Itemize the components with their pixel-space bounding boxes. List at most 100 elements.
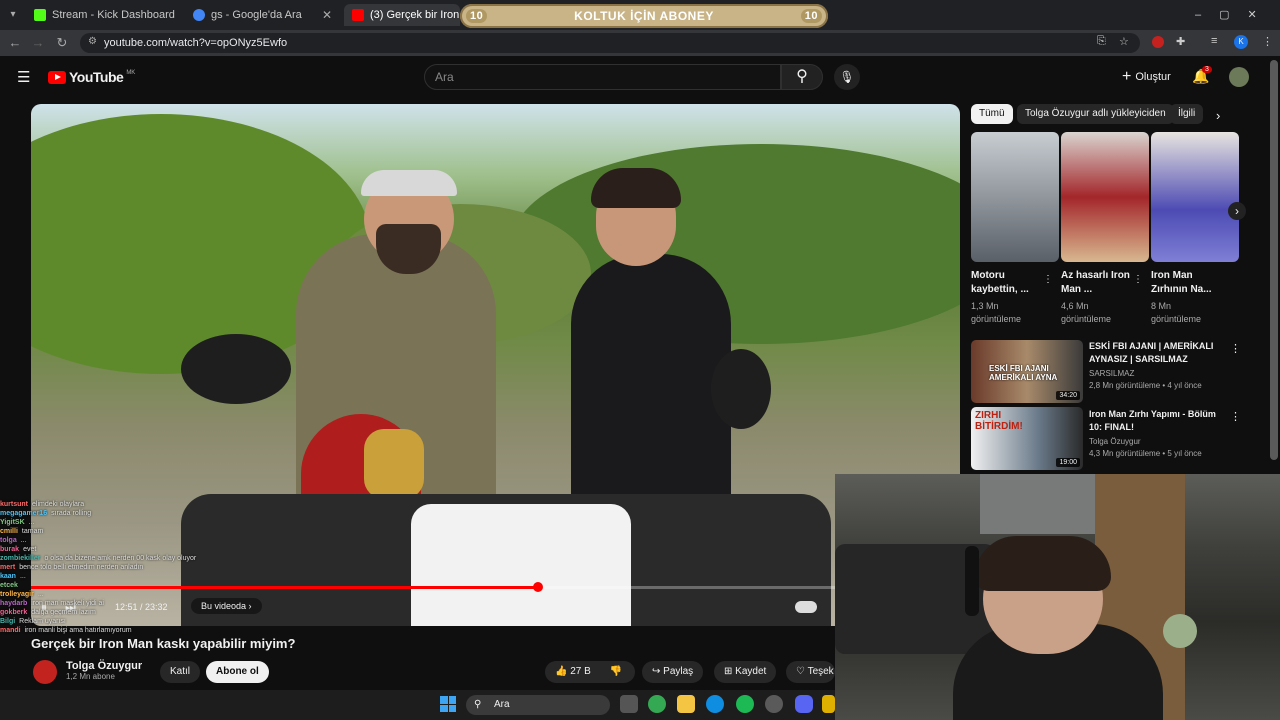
chat-message: YigitSK... xyxy=(0,518,300,527)
site-info-icon[interactable]: ⚙ xyxy=(88,36,97,47)
browser-tab-google[interactable]: gs - Google'da Ara ✕ xyxy=(185,4,340,26)
short-info-3[interactable]: Iron Man Zırhının Na... 8 Mn görüntüleme xyxy=(1151,269,1223,326)
webcam-kitchen xyxy=(980,474,1110,534)
related-title: Iron Man Zırhı Yapımı - Bölüm 10: FINAL! xyxy=(1089,409,1216,432)
forward-icon[interactable]: → xyxy=(28,33,48,53)
hamburger-menu-icon[interactable]: ☰ xyxy=(17,68,30,86)
create-button[interactable]: + Oluştur xyxy=(1122,68,1171,86)
app-icon[interactable] xyxy=(822,695,835,713)
taskbar-search[interactable]: ⚲ Ara xyxy=(466,695,610,715)
related-thumbnail-1[interactable]: ESKİ FBI AJANI AMERİKALI AYNA 34:20 xyxy=(971,340,1083,403)
chat-message: cmilli tamam xyxy=(0,527,300,536)
windows-start-icon[interactable] xyxy=(440,696,456,712)
shorts-next-icon[interactable]: › xyxy=(1228,202,1246,220)
related-thumbnail-2[interactable]: ZIRHI BİTİRDİM! 19:00 xyxy=(971,407,1083,470)
chip-all[interactable]: Tümü xyxy=(971,104,1013,124)
chat-username: trolleyagir xyxy=(0,591,34,598)
back-icon[interactable]: ← xyxy=(5,33,25,53)
edge-icon[interactable] xyxy=(706,695,724,713)
short-menu-icon[interactable]: ⋮ xyxy=(1133,274,1143,285)
profile-avatar[interactable]: K xyxy=(1234,35,1248,49)
voice-search-icon[interactable]: 🎙 xyxy=(834,64,860,90)
youtube-play-icon xyxy=(48,70,66,84)
subscribe-button[interactable]: Abone ol xyxy=(206,661,269,683)
search-button[interactable]: ⚲ xyxy=(781,64,823,90)
chat-text: bence tolo belli etmedim nerden anladın xyxy=(19,564,144,571)
browser-tab-kick[interactable]: Stream - Kick Dashboard ✕ xyxy=(26,4,181,26)
duration-badge: 19:00 xyxy=(1056,458,1080,467)
webcam-overlay xyxy=(835,474,1280,720)
account-avatar[interactable] xyxy=(1229,67,1249,87)
menu-dots-icon[interactable]: ⋮ xyxy=(1262,35,1273,48)
chip-uploader[interactable]: Tolga Özuygur adlı yükleyiciden xyxy=(1017,104,1174,124)
youtube-logo[interactable]: YouTube MK xyxy=(48,69,135,85)
task-view-icon[interactable] xyxy=(620,695,638,713)
install-icon[interactable]: ⎘ xyxy=(1097,35,1106,48)
related-title: ESKİ FBI AJANI | AMERİKALI AYNASIZ | SAR… xyxy=(1089,341,1214,364)
video-cap xyxy=(361,170,457,196)
short-info-1[interactable]: Motoru kaybettin, ... 1,3 Mn görüntüleme xyxy=(971,269,1043,326)
thumbnail-text: ZIRHI BİTİRDİM! xyxy=(975,410,1023,432)
chat-username: kurtsunt xyxy=(0,501,28,508)
chat-username: etcek xyxy=(0,582,18,589)
url-field[interactable]: ⚙ youtube.com/watch?v=opONyz5Ewfo xyxy=(80,33,1140,53)
close-tab-icon[interactable]: ✕ xyxy=(322,8,332,22)
tab-search-icon[interactable]: ▾ xyxy=(4,6,22,24)
short-menu-icon[interactable]: ⋮ xyxy=(1043,274,1053,285)
media-icon[interactable]: ≡ xyxy=(1211,35,1217,47)
spotify-icon[interactable] xyxy=(736,695,754,713)
short-thumbnail-2[interactable] xyxy=(1061,132,1149,262)
short-title: Az hasarlı Iron Man ... xyxy=(1061,270,1130,295)
thumbnail-text: ESKİ FBI AJANI AMERİKALI AYNA xyxy=(989,364,1058,382)
chip-related[interactable]: İlgili xyxy=(1170,104,1204,124)
chat-text: o olsa da bizene amk nerden 00 kask olay… xyxy=(44,555,197,562)
window-controls[interactable]: –▢✕ xyxy=(1195,8,1275,21)
short-info-2[interactable]: Az hasarlı Iron Man ... 4,6 Mn görüntüle… xyxy=(1061,269,1133,326)
chat-text: evet xyxy=(23,546,37,553)
google-icon xyxy=(193,9,205,21)
short-thumbnail-3[interactable] xyxy=(1151,132,1239,262)
tab-title: Stream - Kick Dashboard xyxy=(52,9,175,21)
like-dislike-group[interactable]: 👍 27 B 👎 xyxy=(545,661,635,683)
kick-icon xyxy=(34,9,46,21)
bookmark-star-icon[interactable]: ☆ xyxy=(1119,35,1129,48)
page-scrollbar[interactable] xyxy=(1270,60,1278,460)
related-info-1[interactable]: ESKİ FBI AJANI | AMERİKALI AYNASIZ | SAR… xyxy=(1089,340,1219,392)
webcam-yoda-figure xyxy=(1163,614,1197,648)
video-mirror-right xyxy=(711,349,771,429)
thanks-button[interactable]: ♡ Teşek xyxy=(786,661,835,683)
related-info-2[interactable]: Iron Man Zırhı Yapımı - Bölüm 10: FINAL!… xyxy=(1089,408,1219,460)
related-menu-icon[interactable]: ⋮ xyxy=(1230,342,1241,355)
like-icon[interactable]: 👍 xyxy=(555,666,567,677)
join-button[interactable]: Katıl xyxy=(160,661,201,683)
chat-message: megagamer16 sırada rolling xyxy=(0,509,300,518)
related-channel: SARSILMAZ xyxy=(1089,369,1135,378)
steam-icon[interactable] xyxy=(765,695,783,713)
chat-username: megagamer16 xyxy=(0,510,48,517)
autoplay-toggle[interactable] xyxy=(795,601,817,613)
chat-username: burak xyxy=(0,546,20,553)
video-atv-white-panel xyxy=(411,504,631,626)
chat-username: gokberk xyxy=(0,609,28,616)
extension-icon[interactable] xyxy=(1152,36,1164,48)
youtube-wordmark: YouTube xyxy=(69,69,124,85)
chat-message: mert bence tolo belli etmedim nerden anla… xyxy=(0,563,300,572)
channel-avatar[interactable] xyxy=(33,660,57,684)
file-explorer-icon[interactable] xyxy=(677,695,695,713)
channel-info[interactable]: Tolga Özuygur 1,2 Mn abone xyxy=(66,660,142,681)
share-button[interactable]: ↪ Paylaş xyxy=(642,661,704,683)
extensions-puzzle-icon[interactable]: ✚ xyxy=(1176,35,1185,48)
save-button[interactable]: ⊞ Kaydet xyxy=(714,661,777,683)
video-title: Gerçek bir Iron Man kaskı yapabilir miyi… xyxy=(31,636,296,651)
short-views: 1,3 Mn xyxy=(971,301,999,311)
chrome-icon[interactable] xyxy=(648,695,666,713)
dislike-icon[interactable]: 👎 xyxy=(610,666,622,677)
browser-tab-youtube[interactable]: (3) Gerçek bir Iron Man ka... xyxy=(344,4,460,26)
discord-icon[interactable] xyxy=(795,695,813,713)
chip-scroll-right-icon[interactable]: › xyxy=(1216,108,1220,123)
reload-icon[interactable]: ↻ xyxy=(52,33,72,53)
search-input[interactable]: Ara xyxy=(424,64,781,90)
short-thumbnail-1[interactable] xyxy=(971,132,1059,262)
related-menu-icon[interactable]: ⋮ xyxy=(1230,410,1241,423)
search-icon: ⚲ xyxy=(796,68,808,85)
